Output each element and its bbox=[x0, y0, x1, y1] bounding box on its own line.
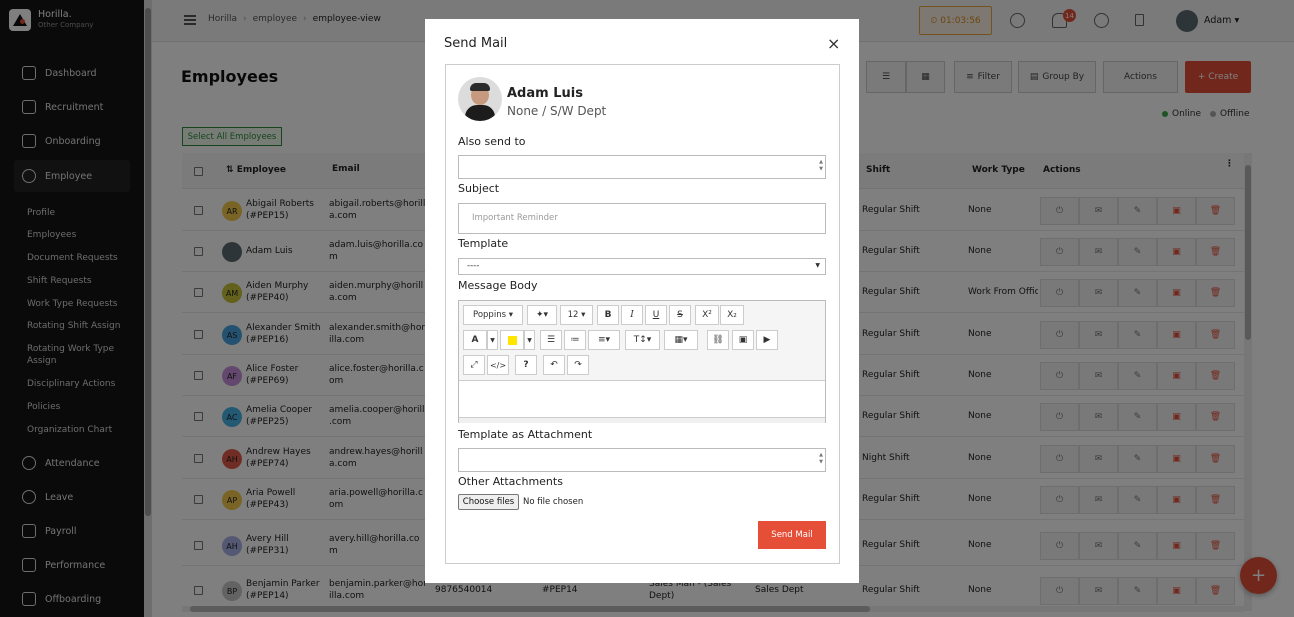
template-label: Template bbox=[458, 237, 509, 250]
employee-department: None / S/W Dept bbox=[507, 104, 607, 118]
code-view-icon[interactable]: </> bbox=[487, 355, 509, 375]
message-body-label: Message Body bbox=[458, 279, 538, 292]
message-body-editor: Poppins ▾ ✦▾ 12 ▾ B I U S X² X₂ A ▼ ▼ ☰ … bbox=[458, 300, 826, 423]
link-icon[interactable]: ⛓ bbox=[707, 330, 729, 350]
send-mail-button[interactable]: Send Mail bbox=[758, 521, 826, 549]
superscript-icon[interactable]: X² bbox=[695, 305, 719, 325]
template-attachment-label: Template as Attachment bbox=[458, 428, 593, 441]
subject-label: Subject bbox=[458, 182, 500, 195]
send-mail-form: Adam Luis None / S/W Dept Also send to ▲… bbox=[445, 64, 840, 564]
choose-files-button[interactable]: Choose files bbox=[458, 494, 519, 510]
no-file-chosen-text: No file chosen bbox=[523, 497, 584, 507]
avatar bbox=[458, 77, 502, 121]
stepper-arrows-icon: ▲ ▼ bbox=[819, 452, 823, 465]
underline-icon[interactable]: U bbox=[645, 305, 667, 325]
employee-name: Adam Luis bbox=[507, 86, 583, 101]
highlight-color-icon[interactable] bbox=[500, 330, 524, 350]
font-color-caret-icon[interactable]: ▼ bbox=[487, 330, 498, 350]
bullet-list-icon[interactable]: ☰ bbox=[540, 330, 562, 350]
also-send-to-field[interactable]: ▲ ▼ bbox=[458, 155, 826, 179]
message-body-textarea[interactable] bbox=[459, 381, 825, 417]
highlight-caret-icon[interactable]: ▼ bbox=[524, 330, 535, 350]
other-attachments-label: Other Attachments bbox=[458, 475, 563, 488]
line-height-icon[interactable]: T↕▾ bbox=[625, 330, 660, 350]
subscript-icon[interactable]: X₂ bbox=[720, 305, 744, 325]
help-icon[interactable]: ? bbox=[515, 355, 537, 375]
stepper-arrows-icon: ▲ ▼ bbox=[819, 159, 823, 172]
editor-resize-handle[interactable] bbox=[459, 417, 825, 423]
video-icon[interactable]: ▶ bbox=[756, 330, 778, 350]
bold-icon[interactable]: B bbox=[597, 305, 619, 325]
magic-style-icon[interactable]: ✦▾ bbox=[527, 305, 557, 325]
align-icon[interactable]: ≡▾ bbox=[588, 330, 620, 350]
strikethrough-icon[interactable]: S bbox=[669, 305, 691, 325]
editor-toolbar: Poppins ▾ ✦▾ 12 ▾ B I U S X² X₂ A ▼ ▼ ☰ … bbox=[459, 301, 825, 381]
redo-icon[interactable]: ↷ bbox=[567, 355, 589, 375]
table-icon[interactable]: ▦▾ bbox=[664, 330, 698, 350]
font-size-dropdown[interactable]: 12 ▾ bbox=[560, 305, 593, 325]
send-mail-modal: Send Mail × Adam Luis None / S/W Dept Al… bbox=[425, 19, 859, 583]
font-color-icon[interactable]: A bbox=[463, 330, 487, 350]
modal-title: Send Mail bbox=[444, 36, 508, 51]
undo-icon[interactable]: ↶ bbox=[543, 355, 565, 375]
image-icon[interactable]: ▣ bbox=[732, 330, 754, 350]
template-select[interactable]: ---- ▼ bbox=[458, 258, 826, 275]
caret-down-icon: ▼ bbox=[815, 262, 820, 269]
template-attachment-field[interactable]: ▲ ▼ bbox=[458, 448, 826, 472]
also-send-to-label: Also send to bbox=[458, 135, 526, 148]
close-icon[interactable]: × bbox=[827, 34, 840, 53]
fullscreen-icon[interactable]: ⤢ bbox=[463, 355, 485, 375]
italic-icon[interactable]: I bbox=[621, 305, 643, 325]
subject-input[interactable]: Important Reminder bbox=[458, 203, 826, 234]
font-family-dropdown[interactable]: Poppins ▾ bbox=[463, 305, 523, 325]
numbered-list-icon[interactable]: ≔ bbox=[564, 330, 586, 350]
